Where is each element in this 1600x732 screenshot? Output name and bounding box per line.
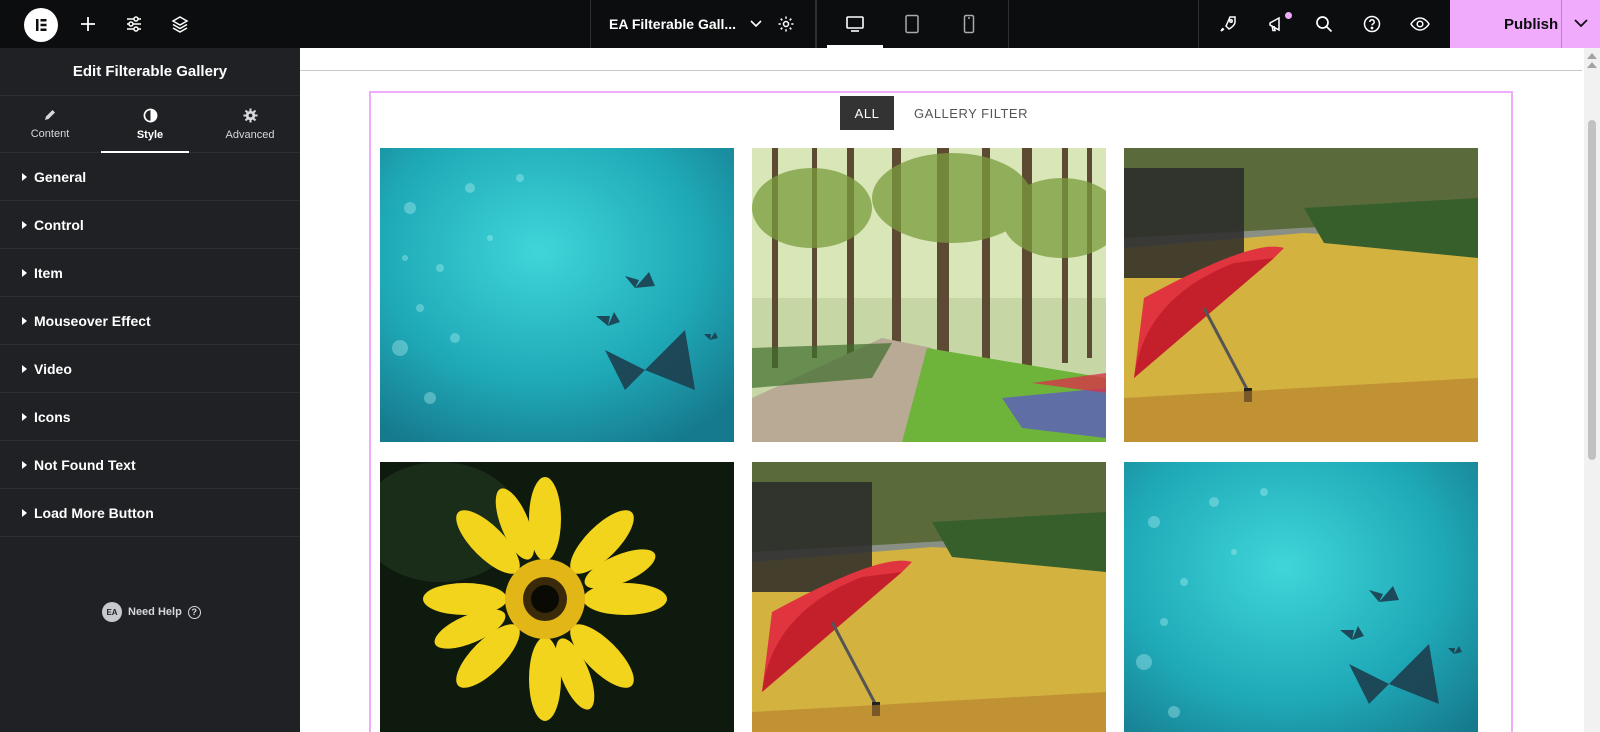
preview-canvas: ALL GALLERY FILTER	[300, 48, 1584, 732]
need-help-link[interactable]: EA Need Help ?	[102, 602, 201, 622]
caret-right-icon	[22, 412, 27, 421]
section-label: Video	[34, 360, 72, 377]
notification-dot	[1285, 12, 1292, 19]
publish-button[interactable]: Publish	[1450, 0, 1600, 48]
notifications-megaphone-icon[interactable]	[1264, 0, 1288, 48]
section-not-found-text[interactable]: Not Found Text	[0, 441, 300, 489]
section-divider	[300, 70, 1582, 71]
canvas-scrollbar[interactable]	[1584, 48, 1600, 732]
scrollbar-thumb[interactable]	[1588, 120, 1596, 460]
section-item[interactable]: Item	[0, 249, 300, 297]
panel-title: Edit Filterable Gallery	[0, 48, 300, 96]
caret-right-icon	[22, 508, 27, 517]
section-load-more-button[interactable]: Load More Button	[0, 489, 300, 537]
gallery-item-park-trees[interactable]	[752, 148, 1106, 442]
tab-advanced-label: Advanced	[225, 128, 275, 141]
section-label: General	[34, 168, 87, 185]
tab-content[interactable]: Content	[0, 96, 100, 152]
preview-eye-icon[interactable]	[1408, 0, 1432, 48]
page-settings-gear-icon[interactable]	[774, 0, 798, 48]
gear-icon	[242, 107, 258, 123]
rocket-icon[interactable]	[1216, 0, 1240, 48]
pencil-icon	[45, 110, 55, 120]
site-settings-icon[interactable]	[122, 0, 146, 48]
help-icon[interactable]	[1360, 0, 1384, 48]
desktop-device-icon[interactable]	[843, 0, 867, 48]
publish-label: Publish	[1504, 15, 1559, 33]
gallery-item-teal-butterflies[interactable]	[380, 148, 734, 442]
section-video[interactable]: Video	[0, 345, 300, 393]
tab-style[interactable]: Style	[100, 96, 200, 152]
section-general[interactable]: General	[0, 153, 300, 201]
active-tab-indicator	[101, 151, 189, 153]
chevron-down-icon	[750, 20, 762, 28]
tab-advanced[interactable]: Advanced	[200, 96, 300, 152]
add-element-icon[interactable]	[76, 0, 100, 48]
section-mouseover-effect[interactable]: Mouseover Effect	[0, 297, 300, 345]
gallery-item-teal-butterflies-2[interactable]	[1124, 462, 1478, 732]
section-label: Control	[34, 216, 84, 233]
section-icons[interactable]: Icons	[0, 393, 300, 441]
question-icon: ?	[187, 605, 201, 619]
section-label: Item	[34, 264, 63, 281]
elementor-logo-icon[interactable]	[24, 8, 58, 42]
tab-content-label: Content	[30, 128, 70, 140]
tablet-device-icon[interactable]	[900, 0, 924, 48]
need-help-label: Need Help	[128, 606, 182, 618]
mobile-device-icon[interactable]	[957, 0, 981, 48]
filterable-gallery-widget[interactable]: ALL GALLERY FILTER	[369, 91, 1513, 732]
caret-right-icon	[22, 460, 27, 469]
filter-gallery-filter-button[interactable]: GALLERY FILTER	[906, 96, 1036, 130]
search-icon[interactable]	[1312, 0, 1336, 48]
chevron-down-icon[interactable]	[1574, 18, 1588, 28]
filter-all-button[interactable]: ALL	[840, 96, 894, 130]
gallery-item-red-umbrella[interactable]	[1124, 148, 1478, 442]
section-label: Not Found Text	[34, 456, 136, 473]
caret-right-icon	[22, 316, 27, 325]
contrast-icon	[143, 108, 157, 122]
caret-right-icon	[22, 268, 27, 277]
caret-right-icon	[22, 172, 27, 181]
ea-badge: EA	[102, 602, 122, 622]
document-title: EA Filterable Gall...	[609, 16, 737, 32]
structure-layers-icon[interactable]	[168, 0, 192, 48]
gallery-filter-bar: ALL GALLERY FILTER	[371, 93, 1511, 133]
gallery-item-red-umbrella-2[interactable]	[752, 462, 1106, 732]
section-label: Mouseover Effect	[34, 312, 151, 329]
top-bar: EA Filterable Gall... Publish	[0, 0, 1600, 48]
editor-panel: Edit Filterable Gallery Content Style Ad…	[0, 48, 300, 732]
panel-tabs: Content Style Advanced	[0, 96, 300, 153]
section-control[interactable]: Control	[0, 201, 300, 249]
gallery-item-yellow-gerbera[interactable]	[380, 462, 734, 732]
caret-right-icon	[22, 220, 27, 229]
tab-style-label: Style	[136, 128, 164, 141]
section-label: Load More Button	[34, 504, 154, 521]
section-label: Icons	[34, 408, 71, 425]
caret-right-icon	[22, 364, 27, 373]
